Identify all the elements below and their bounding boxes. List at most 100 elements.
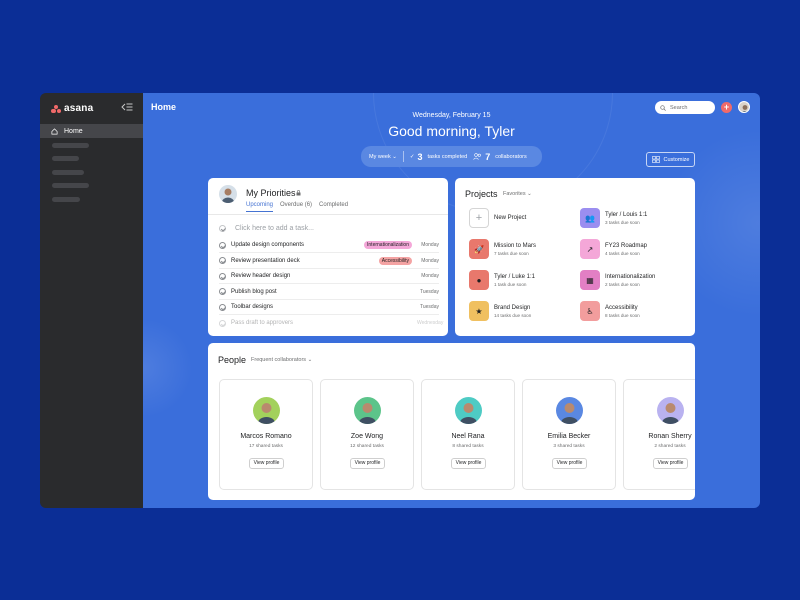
person-card[interactable]: Neel Rana 8 shared tasks View profile bbox=[421, 379, 515, 490]
collapse-sidebar-icon[interactable] bbox=[121, 102, 133, 112]
person-card[interactable]: Zoe Wong 12 shared tasks View profile bbox=[320, 379, 414, 490]
tab-overdue[interactable]: Overdue (6) bbox=[280, 202, 312, 212]
project-text: FY23 Roadmap 4 tasks due soon bbox=[605, 243, 647, 256]
project-tasks-due: 4 tasks due soon bbox=[605, 250, 640, 256]
project-tasks-due: 3 tasks due soon bbox=[605, 219, 640, 225]
view-profile-button[interactable]: View profile bbox=[552, 458, 587, 469]
search-icon bbox=[660, 104, 666, 111]
check-circle-icon[interactable] bbox=[219, 272, 226, 280]
person-name: Zoe Wong bbox=[350, 433, 384, 440]
add-task-input[interactable]: Click here to add a task... bbox=[219, 225, 314, 232]
sidebar-placeholder bbox=[52, 183, 89, 188]
check-circle-icon[interactable] bbox=[219, 319, 226, 327]
view-profile-button[interactable]: View profile bbox=[653, 458, 688, 469]
project-text: Accessibility 8 tasks due soon bbox=[605, 305, 640, 318]
avatar bbox=[455, 397, 482, 424]
check-circle-icon[interactable] bbox=[219, 257, 226, 264]
chat-icon: ● bbox=[469, 270, 489, 290]
view-profile-button[interactable]: View profile bbox=[350, 458, 385, 469]
sidebar-placeholder bbox=[52, 143, 89, 148]
collaborators-stat: 7 collaborators bbox=[473, 152, 527, 162]
tab-completed[interactable]: Completed bbox=[319, 202, 348, 212]
my-priorities-card: My Priorities Upcoming Overdue (6) Compl… bbox=[208, 178, 448, 336]
task-tag: Accessibility bbox=[378, 256, 412, 265]
person-card[interactable]: Marcos Romano 17 shared tasks View profile bbox=[219, 379, 313, 490]
asana-logo[interactable]: asana bbox=[51, 103, 93, 114]
project-tasks-due: 7 tasks due soon bbox=[494, 250, 529, 256]
period-dropdown[interactable]: My week ⌄ bbox=[369, 154, 397, 160]
avatar bbox=[253, 397, 280, 424]
filter-label: Favorites bbox=[503, 191, 526, 197]
project-item[interactable]: ● Tyler / Luke 1:1 1 task due soon bbox=[469, 270, 535, 290]
filter-label: Frequent collaborators bbox=[251, 357, 307, 363]
priorities-tabs: Upcoming Overdue (6) Completed bbox=[246, 202, 348, 212]
main-area: Home + Wednesday, February 15 Good morni… bbox=[143, 93, 760, 508]
projects-card: Projects Favorites ⌄ + New Project 👥 Tyler … bbox=[455, 178, 695, 336]
sidebar-item-home[interactable]: Home bbox=[40, 124, 143, 138]
task-row[interactable]: Publish blog post Tuesday bbox=[219, 285, 439, 300]
project-item[interactable]: ▦ Internationalization 2 tasks due soon bbox=[580, 270, 655, 290]
tasks-count: 3 bbox=[417, 151, 423, 162]
task-row[interactable]: Toolbar designs Tuesday bbox=[219, 300, 439, 315]
project-item[interactable]: ↗ FY23 Roadmap 4 tasks due soon bbox=[580, 239, 647, 259]
accessibility-icon: ♿ bbox=[580, 301, 600, 321]
task-due-day: Monday bbox=[421, 273, 439, 279]
page-title: Home bbox=[151, 102, 177, 112]
rocket-icon: 🚀 bbox=[469, 239, 489, 259]
tasks-label: tasks completed bbox=[427, 153, 468, 160]
people-filter-dropdown[interactable]: Frequent collaborators ⌄ bbox=[251, 357, 312, 363]
customize-button[interactable]: Customize bbox=[646, 152, 695, 167]
sidebar-placeholder bbox=[52, 170, 84, 175]
view-profile-button[interactable]: View profile bbox=[249, 458, 284, 469]
priorities-title: My Priorities bbox=[246, 188, 296, 198]
project-text: Tyler / Luke 1:1 1 task due soon bbox=[494, 274, 535, 287]
shared-tasks: 8 shared tasks bbox=[452, 444, 484, 449]
person-card[interactable]: Emilia Becker 3 shared tasks View profile bbox=[522, 379, 616, 490]
project-item[interactable]: + New Project bbox=[469, 208, 526, 228]
star-icon: ★ bbox=[469, 301, 489, 321]
project-item[interactable]: 🚀 Mission to Mars 7 tasks due soon bbox=[469, 239, 536, 259]
tasks-completed-stat: ✓ 3 tasks completed bbox=[410, 152, 467, 162]
customize-label: Customize bbox=[663, 156, 690, 163]
task-tag: Internationalization bbox=[364, 241, 412, 249]
task-row[interactable]: Review header design Monday bbox=[219, 269, 439, 284]
project-tasks-due: 1 task due soon bbox=[494, 281, 527, 287]
check-circle-icon[interactable] bbox=[219, 241, 226, 249]
people-icon: 👥 bbox=[580, 208, 600, 228]
project-text: Internationalization 2 tasks due soon bbox=[605, 274, 655, 287]
projects-filter-dropdown[interactable]: Favorites ⌄ bbox=[503, 191, 532, 197]
task-name: Update design components bbox=[231, 242, 305, 248]
task-row[interactable]: Update design components Internationaliza… bbox=[219, 238, 439, 253]
project-name: Brand Design bbox=[494, 304, 531, 311]
project-item[interactable]: 👥 Tyler / Louis 1:1 3 tasks due soon bbox=[580, 208, 647, 228]
project-name: Accessibility bbox=[605, 304, 638, 311]
task-name: Review header design bbox=[231, 273, 291, 279]
project-text: New Project bbox=[494, 215, 526, 221]
lock-icon bbox=[296, 190, 301, 196]
avatar bbox=[219, 185, 237, 203]
project-tasks-due: 14 tasks due soon bbox=[494, 312, 532, 318]
check-circle-icon[interactable] bbox=[219, 303, 226, 311]
task-row[interactable]: Pass draft to approvers Wednesday bbox=[219, 316, 444, 331]
task-row[interactable]: Review presentation deck Accessibility Mon… bbox=[219, 254, 439, 269]
home-icon bbox=[51, 127, 58, 134]
current-date: Wednesday, February 15 bbox=[412, 112, 491, 119]
project-item[interactable]: ♿ Accessibility 8 tasks due soon bbox=[580, 301, 640, 321]
person-card[interactable]: Ronan Sherry 2 shared tasks View profile bbox=[623, 379, 695, 490]
task-name: Publish blog post bbox=[231, 288, 277, 295]
view-profile-button[interactable]: View profile bbox=[451, 458, 486, 469]
person-icon bbox=[359, 403, 376, 424]
task-due-day: Tuesday bbox=[420, 304, 439, 310]
search-input[interactable] bbox=[670, 104, 714, 111]
task-due-day: Wednesday bbox=[417, 320, 444, 326]
divider bbox=[208, 214, 448, 215]
check-icon: ✓ bbox=[409, 153, 415, 160]
person-name: Ronan Sherry bbox=[648, 433, 692, 440]
tab-upcoming[interactable]: Upcoming bbox=[246, 202, 274, 212]
project-item[interactable]: ★ Brand Design 14 tasks due soon bbox=[469, 301, 531, 321]
plus-icon: + bbox=[469, 208, 489, 228]
people-card: People Frequent collaborators ⌄ Marcos R… bbox=[208, 343, 695, 500]
check-circle-icon[interactable] bbox=[219, 288, 226, 295]
chevron-down-icon: ⌄ bbox=[307, 357, 313, 363]
shared-tasks: 2 shared tasks bbox=[654, 444, 686, 449]
